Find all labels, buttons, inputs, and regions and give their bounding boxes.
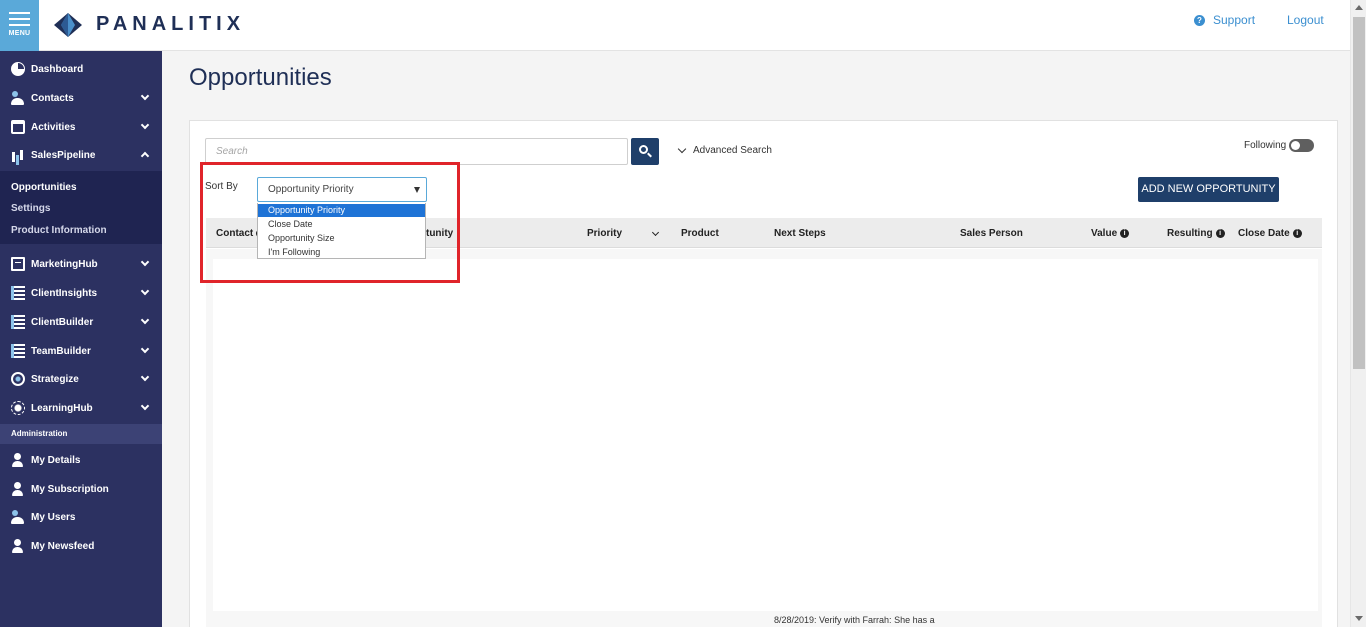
annotation-highlight-box (200, 162, 460, 283)
sidebar-item-label: SalesPipeline (31, 149, 96, 161)
column-value[interactable]: Value i (1091, 228, 1130, 239)
sidebar-item-label: My Subscription (31, 483, 109, 495)
sidebar-item-activities[interactable]: Activities (0, 113, 162, 141)
sidebar-item-label: ClientInsights (31, 287, 98, 299)
logout-link[interactable]: Logout (1287, 13, 1324, 27)
support-link[interactable]: ? Support (1194, 13, 1255, 27)
following-toggle[interactable] (1289, 139, 1314, 152)
chevron-down-icon (140, 315, 150, 325)
sales-pipeline-icon (11, 148, 25, 162)
search-input[interactable] (205, 138, 628, 165)
table-body (206, 249, 1322, 627)
panalitix-logo-icon (54, 13, 82, 37)
chevron-up-icon (140, 151, 150, 161)
client-builder-icon (11, 315, 25, 329)
sidebar-item-my-details[interactable]: My Details (0, 446, 162, 474)
search-button[interactable] (631, 138, 659, 165)
contacts-icon (11, 91, 25, 105)
column-next-steps[interactable]: Next Steps (774, 228, 826, 239)
sidebar-item-clientinsights[interactable]: ClientInsights (0, 279, 162, 307)
page-title: Opportunities (189, 64, 332, 91)
sidebar-item-teambuilder[interactable]: TeamBuilder (0, 337, 162, 365)
chevron-down-icon (677, 144, 687, 154)
sidebar-item-my-subscription[interactable]: My Subscription (0, 475, 162, 503)
sidebar-item-strategize[interactable]: Strategize (0, 365, 162, 393)
column-resulting[interactable]: Resulting i (1167, 228, 1225, 239)
team-builder-icon (11, 344, 25, 358)
marketing-hub-icon (11, 257, 25, 271)
sidebar-item-dashboard[interactable]: Dashboard (0, 55, 162, 83)
column-close-date[interactable]: Close Date i (1238, 228, 1302, 239)
chevron-down-icon (140, 344, 150, 354)
scroll-up-arrow-icon[interactable] (1355, 5, 1363, 10)
chevron-down-icon (140, 257, 150, 267)
dashboard-icon (11, 62, 25, 76)
column-product[interactable]: Product (681, 228, 719, 239)
user-newsfeed-icon (11, 539, 25, 553)
sidebar-item-label: Strategize (31, 373, 79, 385)
chevron-down-icon (140, 91, 150, 101)
sidebar-item-contacts[interactable]: Contacts (0, 84, 162, 112)
client-insights-icon (11, 286, 25, 300)
chevron-down-icon (140, 401, 150, 411)
chevron-down-icon (651, 228, 660, 236)
salespipeline-submenu: Opportunities Settings Product Informati… (0, 171, 162, 244)
sidebar-item-label: My Newsfeed (31, 540, 95, 552)
submenu-opportunities[interactable]: Opportunities (11, 182, 77, 193)
menu-label: MENU (8, 30, 31, 37)
advanced-search-toggle[interactable]: Advanced Search (677, 144, 772, 156)
info-icon: i (1215, 229, 1225, 238)
sidebar-item-my-users[interactable]: My Users (0, 503, 162, 531)
sidebar-item-label: MarketingHub (31, 258, 98, 270)
scrollbar-thumb[interactable] (1353, 17, 1365, 369)
next-steps-cell: 8/28/2019: Verify with Farrah: She has a (774, 615, 935, 625)
loading-panel (213, 259, 1318, 611)
add-new-opportunity-button[interactable]: ADD NEW OPPORTUNITY (1138, 177, 1279, 202)
sidebar: Dashboard Contacts Activities SalesPipel… (0, 51, 162, 627)
submenu-settings[interactable]: Settings (11, 203, 50, 214)
hamburger-icon (9, 12, 30, 30)
user-subscription-icon (11, 482, 25, 496)
administration-header: Administration (0, 424, 162, 444)
info-icon: i (1120, 229, 1130, 238)
advanced-search-label: Advanced Search (693, 145, 772, 156)
strategize-icon (11, 372, 25, 386)
page-scrollbar[interactable] (1350, 0, 1366, 627)
sidebar-item-my-newsfeed[interactable]: My Newsfeed (0, 532, 162, 560)
activities-icon (11, 120, 25, 134)
scroll-down-arrow-icon[interactable] (1355, 616, 1363, 621)
menu-button[interactable]: MENU (0, 0, 39, 51)
following-label: Following (1244, 140, 1287, 151)
sidebar-item-label: Activities (31, 121, 76, 133)
chevron-down-icon (140, 286, 150, 296)
sidebar-item-salespipeline[interactable]: SalesPipeline (0, 141, 162, 169)
sidebar-item-learninghub[interactable]: LearningHub (0, 394, 162, 422)
sidebar-item-label: TeamBuilder (31, 345, 91, 357)
support-label: Support (1213, 13, 1256, 27)
learning-hub-icon (11, 401, 25, 415)
sidebar-item-clientbuilder[interactable]: ClientBuilder (0, 308, 162, 336)
chevron-down-icon (140, 372, 150, 382)
table-row[interactable]: 8/28/2019: Verify with Farrah: She has a (206, 612, 1322, 627)
sidebar-item-label: My Details (31, 454, 81, 466)
sidebar-item-label: Dashboard (31, 63, 84, 75)
top-header: MENU PANALITIX ? Support Logout (0, 0, 1350, 51)
sidebar-item-label: ClientBuilder (31, 316, 94, 328)
sidebar-item-label: My Users (31, 511, 76, 523)
sidebar-item-label: LearningHub (31, 402, 93, 414)
help-icon: ? (1194, 14, 1205, 26)
column-priority[interactable]: Priority (587, 228, 660, 239)
users-icon (11, 510, 25, 524)
chevron-down-icon (140, 120, 150, 130)
info-icon: i (1292, 229, 1302, 238)
sidebar-item-label: Contacts (31, 92, 74, 104)
submenu-product-information[interactable]: Product Information (11, 225, 107, 236)
logo-text: PANALITIX (96, 13, 246, 35)
column-sales-person[interactable]: Sales Person (960, 228, 1023, 239)
sidebar-item-marketinghub[interactable]: MarketingHub (0, 250, 162, 278)
user-info-icon (11, 453, 25, 467)
